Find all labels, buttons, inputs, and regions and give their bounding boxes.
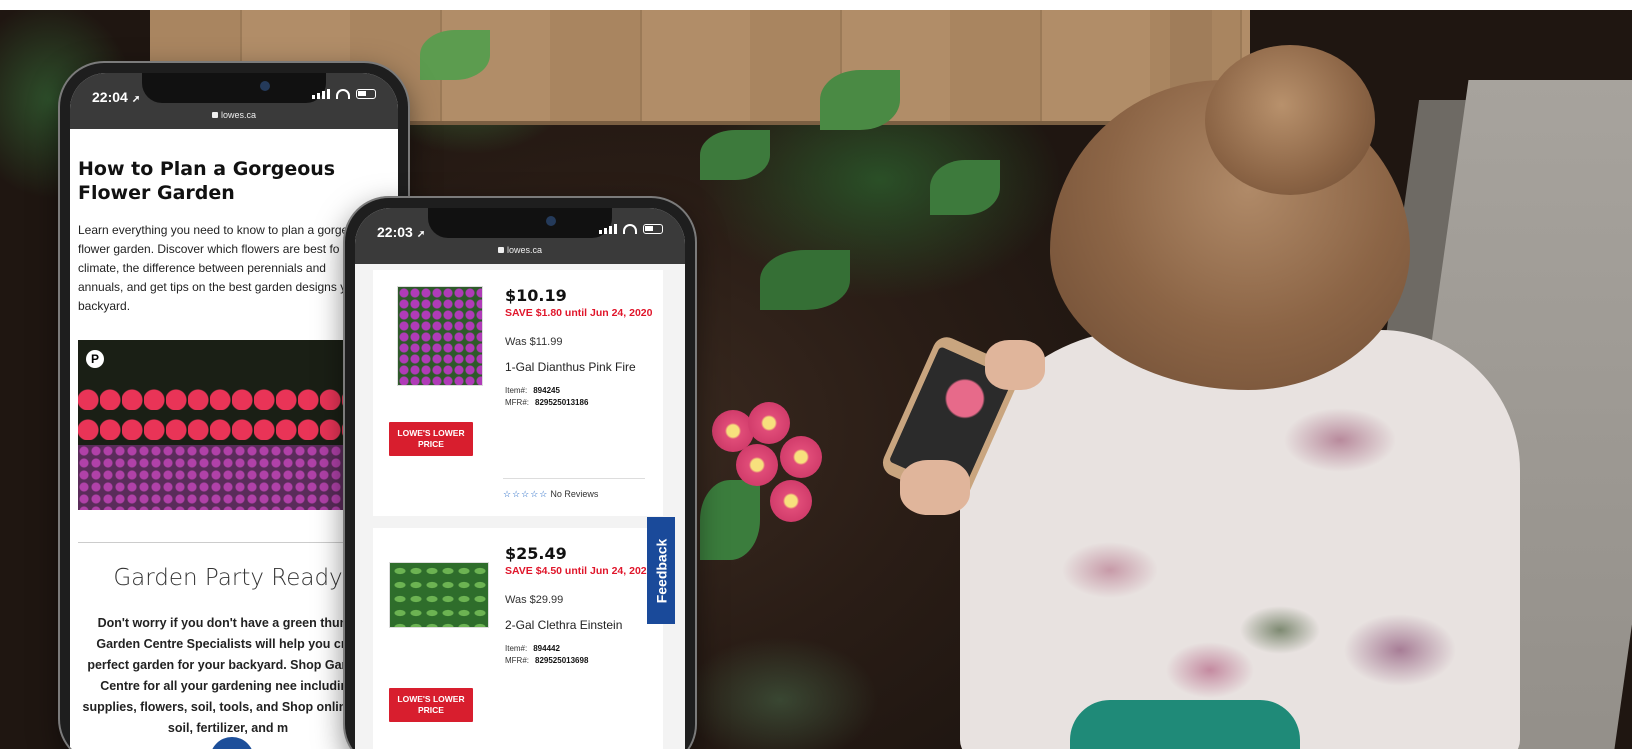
url-text: lowes.ca bbox=[506, 245, 542, 255]
item-label: Item#: bbox=[505, 644, 528, 653]
girl-hair-bun bbox=[1205, 45, 1375, 195]
battery-icon bbox=[356, 89, 376, 99]
article-hero-image: P bbox=[78, 340, 378, 510]
leaf bbox=[700, 480, 760, 560]
product-rating[interactable]: ☆☆☆☆☆ No Reviews bbox=[503, 478, 645, 500]
item-value: 894442 bbox=[533, 644, 560, 653]
section-body: Don't worry if you don't have a green th… bbox=[82, 616, 374, 735]
product-mfr-number: MFR#: 829525013698 bbox=[505, 656, 588, 665]
pink-flower bbox=[770, 480, 812, 522]
status-bar: 22:03 ➚ lowes.ca bbox=[355, 208, 685, 264]
product-item-number: Item#: 894442 bbox=[505, 644, 560, 653]
feedback-label: Feedback bbox=[653, 538, 669, 603]
wifi-icon bbox=[623, 224, 637, 234]
leaf bbox=[820, 70, 900, 130]
item-value: 894245 bbox=[533, 386, 560, 395]
leaf bbox=[420, 30, 490, 80]
phone-notch bbox=[428, 208, 612, 238]
product-savings: SAVE $1.80 until Jun 24, 2020 bbox=[505, 307, 653, 319]
leaf bbox=[700, 130, 770, 180]
status-time-text: 22:04 bbox=[92, 89, 128, 105]
product-price: $25.49 bbox=[505, 544, 567, 563]
girl-hand bbox=[985, 340, 1045, 390]
tulips-graphic bbox=[78, 380, 378, 440]
girl-floral-jacket bbox=[960, 330, 1520, 749]
mfr-value: 829525013698 bbox=[535, 656, 589, 665]
product-image-dianthus[interactable] bbox=[397, 286, 483, 386]
system-icons bbox=[312, 89, 376, 99]
section-divider bbox=[78, 542, 378, 543]
article-intro: Learn everything you need to know to pla… bbox=[78, 223, 364, 313]
item-label: Item#: bbox=[505, 386, 528, 395]
leaf bbox=[930, 160, 1000, 215]
location-arrow-icon: ➚ bbox=[131, 94, 141, 105]
product-item-number: Item#: 894245 bbox=[505, 386, 560, 395]
pink-flower bbox=[736, 444, 778, 486]
phone-screen: 22:03 ➚ lowes.ca $10.19 SAVE $1.80 until … bbox=[355, 208, 685, 749]
girl-hand bbox=[900, 460, 970, 515]
status-time: 22:04 ➚ bbox=[92, 89, 140, 105]
wifi-icon bbox=[336, 89, 350, 99]
product-image-clethra[interactable] bbox=[389, 562, 489, 628]
product-name[interactable]: 2-Gal Clethra Einstein bbox=[505, 618, 622, 632]
article-title-text: How to Plan a Gorgeous Flower Garden bbox=[78, 158, 336, 204]
lock-icon bbox=[211, 112, 218, 118]
status-time: 22:03 ➚ bbox=[377, 224, 425, 240]
product-card[interactable]: $25.49 SAVE $4.50 until Jun 24, 2020 Was… bbox=[373, 528, 663, 749]
review-count: No Reviews bbox=[550, 489, 599, 499]
phone-products-mockup: 22:03 ➚ lowes.ca $10.19 SAVE $1.80 until … bbox=[345, 198, 695, 749]
address-bar[interactable]: lowes.ca bbox=[70, 110, 398, 120]
product-was-price: Was $29.99 bbox=[505, 594, 564, 606]
leaf bbox=[760, 250, 850, 310]
product-list: $10.19 SAVE $1.80 until Jun 24, 2020 Was… bbox=[355, 264, 685, 749]
address-bar[interactable]: lowes.ca bbox=[355, 245, 685, 255]
product-was-price: Was $11.99 bbox=[505, 336, 563, 348]
system-icons bbox=[599, 224, 663, 234]
lock-icon bbox=[497, 247, 504, 253]
url-text: lowes.ca bbox=[220, 110, 256, 120]
feedback-tab[interactable]: Feedback bbox=[647, 517, 675, 624]
product-mfr-number: MFR#: 829525013186 bbox=[505, 398, 588, 407]
battery-icon bbox=[643, 224, 663, 234]
location-arrow-icon: ➚ bbox=[416, 229, 426, 240]
mfr-label: MFR#: bbox=[505, 656, 529, 665]
article-title: How to Plan a Gorgeous Flower Garden bbox=[78, 157, 398, 205]
lower-price-badge: LOWE'S LOWER PRICE bbox=[389, 688, 473, 722]
girl-pants bbox=[1070, 700, 1300, 749]
product-name[interactable]: 1-Gal Dianthus Pink Fire bbox=[505, 360, 636, 374]
purple-flowers-graphic bbox=[78, 445, 378, 510]
pinterest-icon[interactable]: P bbox=[86, 350, 104, 368]
section-title: Garden Party Ready bbox=[113, 565, 343, 591]
signal-icon bbox=[312, 89, 330, 99]
mfr-label: MFR#: bbox=[505, 398, 529, 407]
status-bar: 22:04 ➚ lowes.ca bbox=[70, 73, 398, 129]
product-savings: SAVE $4.50 until Jun 24, 2020 bbox=[505, 565, 653, 577]
phone-notch bbox=[142, 73, 326, 103]
star-rating-icon: ☆☆☆☆☆ bbox=[503, 489, 549, 499]
pink-flower bbox=[748, 402, 790, 444]
pink-flower bbox=[780, 436, 822, 478]
product-price: $10.19 bbox=[505, 286, 567, 305]
status-time-text: 22:03 bbox=[377, 224, 413, 240]
lower-price-badge: LOWE'S LOWER PRICE bbox=[389, 422, 473, 456]
mfr-value: 829525013186 bbox=[535, 398, 589, 407]
signal-icon bbox=[599, 224, 617, 234]
product-card[interactable]: $10.19 SAVE $1.80 until Jun 24, 2020 Was… bbox=[373, 270, 663, 516]
